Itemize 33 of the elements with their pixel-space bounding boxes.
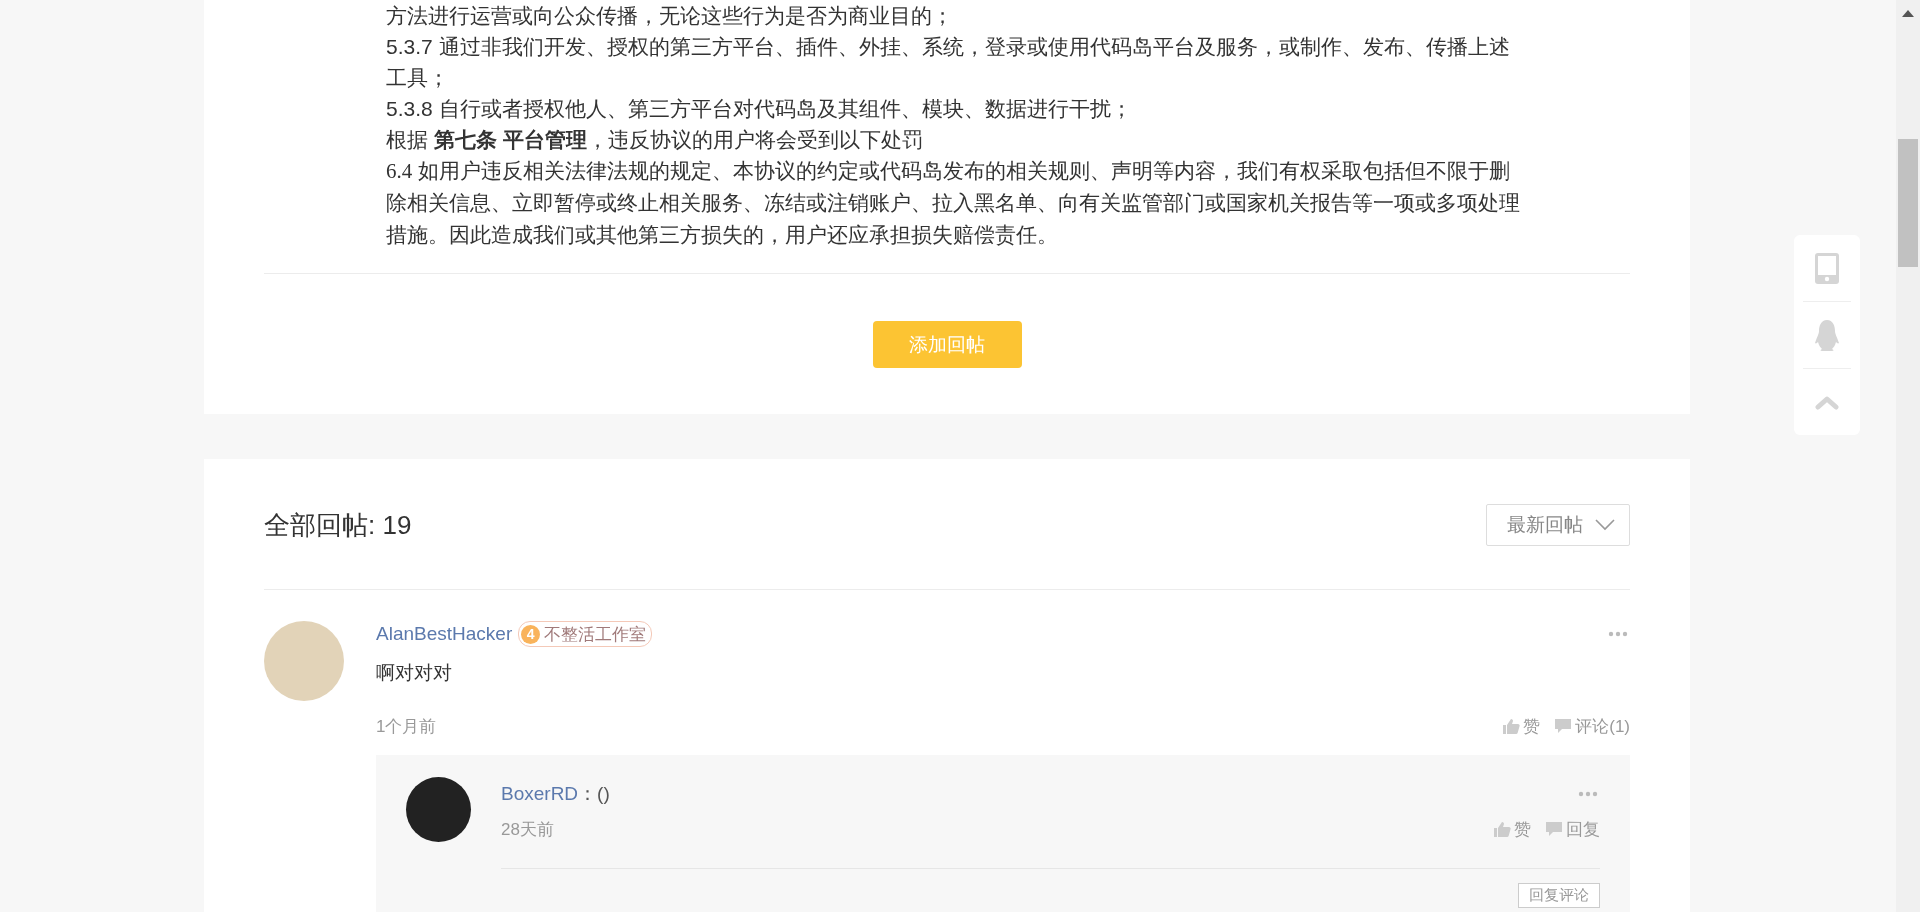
reply-comment-button[interactable]: 回复评论 [1518, 883, 1600, 908]
speech-bubble-icon [1545, 821, 1563, 837]
reply-text: ：() [578, 782, 610, 806]
post-paragraph: 根据 第七条 平台管理，违反协议的用户将会受到以下处罚 [386, 127, 924, 153]
comment-text: 啊对对对 [376, 661, 453, 685]
more-icon[interactable] [1608, 631, 1628, 637]
scrollbar[interactable] [1896, 0, 1920, 912]
author-link[interactable]: AlanBestHacker [376, 623, 513, 645]
scroll-top-icon[interactable] [1815, 394, 1839, 410]
scrollbar-thumb[interactable] [1898, 139, 1918, 267]
author-link[interactable]: BoxerRD [501, 783, 579, 805]
thumbs-up-icon [1493, 820, 1511, 838]
add-reply-button[interactable]: 添加回帖 [872, 321, 1022, 368]
scroll-up-icon[interactable] [1902, 9, 1914, 17]
post-paragraph: 6.4 如用户违反相关法律法规的规定、本协议的约定或代码岛发布的相关规则、声明等内容，我们有权采取包括但不限于删除相关信息、立即暂停或终止相关服务、冻结或注销账户、拉入黑名单、向有关监管部门或国家机关报告等一项或多项处理措施。因此造成我们或其他第三方损失的，用户还应承担损失赔偿责任。 [386, 158, 1521, 249]
speech-bubble-icon [1554, 718, 1573, 734]
like-button[interactable]: 赞 [1493, 817, 1531, 841]
like-button[interactable]: 赞 [1502, 714, 1541, 738]
penguin-icon[interactable] [1814, 319, 1840, 351]
chevron-down-icon [1595, 519, 1615, 531]
post-paragraph: 5.3.7 通过非我们开发、授权的第三方平台、插件、外挂、系统，登录或使用代码岛平台及服务，或制作、发布、传播上述工具； [386, 34, 1511, 91]
thumbs-up-icon [1502, 717, 1521, 735]
more-icon[interactable] [1578, 791, 1598, 797]
replies-title: 全部回帖: 19 [264, 508, 412, 542]
reply-time: 28天前 [501, 818, 554, 841]
comment-time: 1个月前 [376, 715, 437, 738]
tablet-icon[interactable] [1815, 252, 1839, 284]
comment-button[interactable]: 评论(1) [1554, 714, 1630, 738]
reply-button[interactable]: 回复 [1545, 817, 1600, 841]
sort-dropdown[interactable]: 最新回帖 [1486, 504, 1630, 546]
post-paragraph: 方法进行运营或向公众传播，无论这些行为是否为商业目的； [386, 3, 954, 29]
post-paragraph: 5.3.8 自行或者授权他人、第三方平台对代码岛及其组件、模块、数据进行干扰； [386, 96, 1133, 122]
group-badge: 4 不整活工作室 [518, 621, 653, 647]
